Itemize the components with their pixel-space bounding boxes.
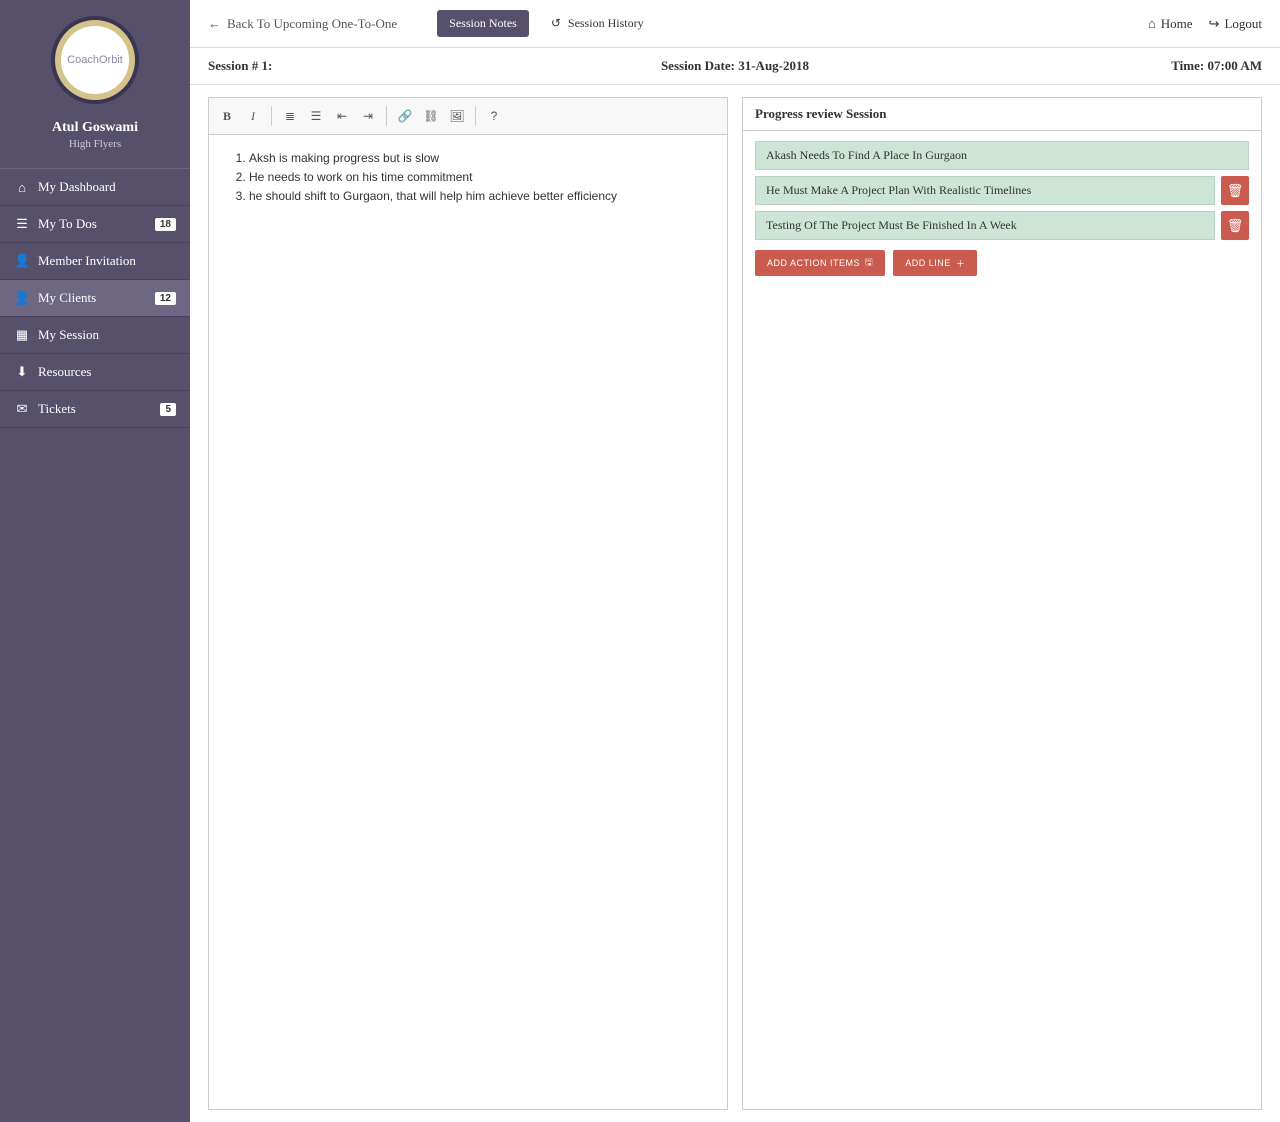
action-row: Akash Needs To Find A Place In Gurgaon — [755, 141, 1249, 170]
history-icon: ↺ — [551, 16, 561, 30]
calendar-icon: ▦ — [14, 327, 30, 343]
toolbar-separator — [271, 106, 272, 126]
action-buttons-row: ADD ACTION ITEMS 🖫 ADD LINE ＋ — [755, 250, 1249, 276]
logo-wrap: CoachOrbit — [0, 0, 190, 110]
session-header: Session # 1: Session Date: 31-Aug-2018 T… — [190, 48, 1280, 85]
top-links: ⌂ Home ↪ Logout — [1148, 16, 1262, 32]
bold-button[interactable]: B — [215, 104, 239, 128]
user-name: Atul Goswami — [0, 120, 190, 136]
content-row: B I ≣ ☰ ⇤ ⇥ 🔗 ⛓ 🖼 ? Aksh is making — [190, 85, 1280, 1122]
action-item[interactable]: Akash Needs To Find A Place In Gurgaon — [755, 141, 1249, 170]
note-item: he should shift to Gurgaon, that will he… — [249, 187, 707, 206]
note-item: He needs to work on his time commitment — [249, 168, 707, 187]
user-icon: 👤 — [14, 290, 30, 306]
italic-button[interactable]: I — [241, 104, 265, 128]
sidebar-item-dashboard[interactable]: ⌂ My Dashboard — [0, 169, 190, 206]
delete-action-button[interactable]: 🗑 — [1221, 211, 1249, 240]
user-plus-icon: 👤 — [14, 253, 30, 269]
delete-action-button[interactable]: 🗑 — [1221, 176, 1249, 205]
todos-badge: 18 — [155, 218, 176, 231]
sidebar-item-label: Tickets — [38, 401, 76, 417]
sidebar-item-label: My To Dos — [38, 216, 97, 232]
sidebar-item-label: My Dashboard — [38, 179, 116, 195]
plus-icon: ＋ — [956, 257, 966, 270]
sidebar-item-invitation[interactable]: 👤 Member Invitation — [0, 243, 190, 280]
tab-session-history[interactable]: ↺ Session History — [539, 10, 656, 37]
notes-panel: B I ≣ ☰ ⇤ ⇥ 🔗 ⛓ 🖼 ? Aksh is making — [208, 97, 728, 1110]
arrow-left-icon: ← — [208, 16, 221, 32]
unordered-list-button[interactable]: ☰ — [304, 104, 328, 128]
progress-body: Akash Needs To Find A Place In Gurgaon H… — [743, 131, 1261, 286]
notes-list: Aksh is making progress but is slow He n… — [229, 149, 707, 207]
back-label: Back To Upcoming One-To-One — [227, 16, 397, 32]
home-icon: ⌂ — [1148, 16, 1156, 32]
action-row: Testing Of The Project Must Be Finished … — [755, 211, 1249, 240]
tab-label: Session Notes — [449, 16, 517, 30]
sidebar-item-label: My Session — [38, 327, 99, 343]
sidebar: CoachOrbit Atul Goswami High Flyers ⌂ My… — [0, 0, 190, 1122]
add-line-button[interactable]: ADD LINE ＋ — [893, 250, 977, 276]
sidebar-item-session[interactable]: ▦ My Session — [0, 317, 190, 354]
session-date: Session Date: 31-Aug-2018 — [559, 58, 910, 74]
sidebar-item-label: Member Invitation — [38, 253, 136, 269]
logout-icon: ↪ — [1209, 16, 1220, 32]
unlink-button[interactable]: ⛓ — [419, 104, 443, 128]
session-number: Session # 1: — [208, 58, 559, 74]
indent-button[interactable]: ⇥ — [356, 104, 380, 128]
outdent-button[interactable]: ⇤ — [330, 104, 354, 128]
toolbar-separator — [386, 106, 387, 126]
tabs: Session Notes ↺ Session History — [437, 10, 655, 37]
session-time: Time: 07:00 AM — [911, 58, 1262, 74]
trash-icon: 🗑 — [1227, 183, 1244, 199]
editor-body[interactable]: Aksh is making progress but is slow He n… — [209, 135, 727, 495]
tab-session-notes[interactable]: Session Notes — [437, 10, 529, 37]
sidebar-item-label: My Clients — [38, 290, 96, 306]
editor-toolbar: B I ≣ ☰ ⇤ ⇥ 🔗 ⛓ 🖼 ? — [209, 98, 727, 135]
link-button[interactable]: 🔗 — [393, 104, 417, 128]
sidebar-item-resources[interactable]: ⬇ Resources — [0, 354, 190, 391]
progress-title: Progress review Session — [743, 98, 1261, 131]
toolbar-separator — [475, 106, 476, 126]
image-button[interactable]: 🖼 — [445, 104, 469, 128]
action-row: He Must Make A Project Plan With Realist… — [755, 176, 1249, 205]
sidebar-nav: ⌂ My Dashboard ☰ My To Dos 18 👤 Member I… — [0, 168, 190, 428]
progress-panel: Progress review Session Akash Needs To F… — [742, 97, 1262, 1110]
home-icon: ⌂ — [14, 180, 30, 195]
user-role: High Flyers — [0, 138, 190, 150]
sidebar-item-clients[interactable]: 👤 My Clients 12 — [0, 280, 190, 317]
action-item[interactable]: He Must Make A Project Plan With Realist… — [755, 176, 1215, 205]
sidebar-item-tickets[interactable]: ✉ Tickets 5 — [0, 391, 190, 428]
button-label: ADD LINE — [905, 258, 951, 268]
help-button[interactable]: ? — [482, 104, 506, 128]
main-content: ← Back To Upcoming One-To-One Session No… — [190, 0, 1280, 1122]
button-label: ADD ACTION ITEMS — [767, 258, 860, 268]
sidebar-item-todos[interactable]: ☰ My To Dos 18 — [0, 206, 190, 243]
sidebar-item-label: Resources — [38, 364, 91, 380]
download-icon: ⬇ — [14, 364, 30, 380]
brand-logo: CoachOrbit — [55, 20, 135, 100]
action-item[interactable]: Testing Of The Project Must Be Finished … — [755, 211, 1215, 240]
ordered-list-button[interactable]: ≣ — [278, 104, 302, 128]
logout-label: Logout — [1224, 16, 1262, 32]
logout-link[interactable]: ↪ Logout — [1209, 16, 1262, 32]
user-info: Atul Goswami High Flyers — [0, 110, 190, 168]
topbar: ← Back To Upcoming One-To-One Session No… — [190, 0, 1280, 48]
add-action-items-button[interactable]: ADD ACTION ITEMS 🖫 — [755, 250, 885, 276]
home-link[interactable]: ⌂ Home — [1148, 16, 1193, 32]
save-icon: 🖫 — [865, 255, 873, 271]
note-item: Aksh is making progress but is slow — [249, 149, 707, 168]
tab-label: Session History — [568, 16, 644, 30]
ticket-icon: ✉ — [14, 401, 30, 417]
tickets-badge: 5 — [160, 403, 176, 416]
trash-icon: 🗑 — [1227, 218, 1244, 234]
back-link[interactable]: ← Back To Upcoming One-To-One — [208, 16, 397, 32]
list-icon: ☰ — [14, 216, 30, 232]
clients-badge: 12 — [155, 292, 176, 305]
home-label: Home — [1161, 16, 1193, 32]
